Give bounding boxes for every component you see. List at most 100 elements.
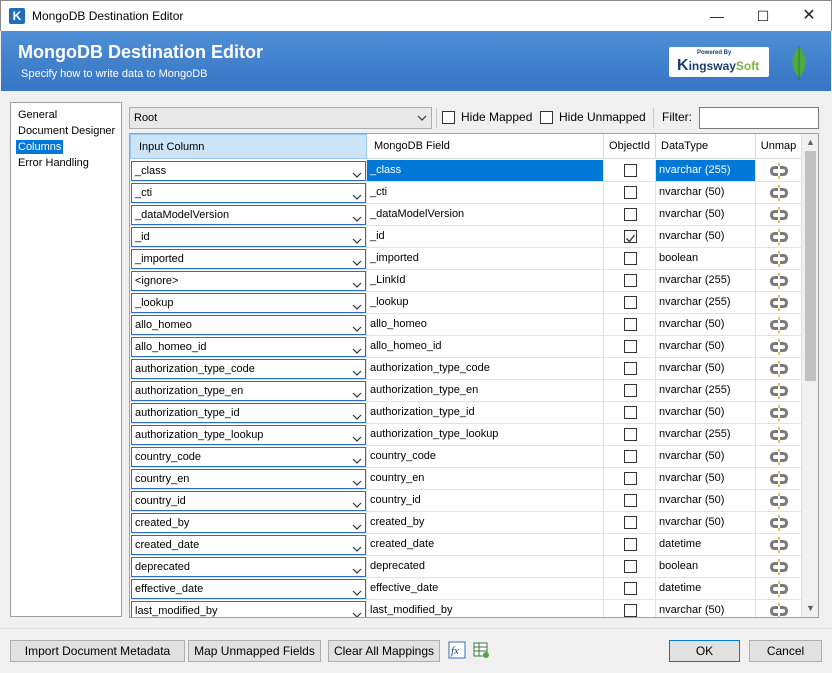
datatype-cell[interactable]: nvarchar (255) xyxy=(656,380,756,402)
table-row[interactable]: _cti _cti nvarchar (50) xyxy=(130,182,802,204)
grid-vertical-scrollbar[interactable]: ▲ ▼ xyxy=(801,134,818,617)
mongodb-field-cell[interactable]: country_id xyxy=(367,490,604,512)
unmap-link-icon[interactable] xyxy=(768,493,790,511)
objectid-checkbox[interactable] xyxy=(624,516,637,529)
datatype-cell[interactable]: nvarchar (50) xyxy=(656,358,756,380)
mongodb-field-cell[interactable]: authorization_type_id xyxy=(367,402,604,424)
datatype-cell[interactable]: nvarchar (255) xyxy=(656,160,756,182)
nav-item-document-designer[interactable]: Document Designer xyxy=(16,124,117,138)
mongodb-field-cell[interactable]: _LinkId xyxy=(367,270,604,292)
scroll-up-arrow-icon[interactable]: ▲ xyxy=(802,134,819,151)
input-column-dropdown[interactable]: authorization_type_id xyxy=(131,403,366,423)
unmap-link-icon[interactable] xyxy=(768,405,790,423)
table-row[interactable]: effective_date effective_date datetime xyxy=(130,578,802,600)
column-header-input-column[interactable]: Input Column xyxy=(130,134,367,159)
cancel-button[interactable]: Cancel xyxy=(749,640,822,662)
mongodb-field-cell[interactable]: _lookup xyxy=(367,292,604,314)
datatype-cell[interactable]: nvarchar (50) xyxy=(656,600,756,617)
datatype-cell[interactable]: nvarchar (50) xyxy=(656,490,756,512)
objectid-checkbox[interactable] xyxy=(624,318,637,331)
input-column-dropdown[interactable]: _class xyxy=(131,161,366,181)
mongodb-field-cell[interactable]: country_code xyxy=(367,446,604,468)
unmap-link-icon[interactable] xyxy=(768,383,790,401)
mongodb-field-cell[interactable]: _cti xyxy=(367,182,604,204)
mongodb-field-cell[interactable]: authorization_type_en xyxy=(367,380,604,402)
scroll-thumb[interactable] xyxy=(805,151,816,381)
unmap-link-icon[interactable] xyxy=(768,207,790,225)
datatype-cell[interactable]: nvarchar (50) xyxy=(656,512,756,534)
unmap-link-icon[interactable] xyxy=(768,515,790,533)
table-row[interactable]: created_date created_date datetime xyxy=(130,534,802,556)
objectid-checkbox[interactable] xyxy=(624,428,637,441)
datatype-cell[interactable]: nvarchar (255) xyxy=(656,424,756,446)
objectid-checkbox[interactable] xyxy=(624,472,637,485)
unmap-link-icon[interactable] xyxy=(768,295,790,313)
unmap-link-icon[interactable] xyxy=(768,427,790,445)
input-column-dropdown[interactable]: country_id xyxy=(131,491,366,511)
table-row[interactable]: created_by created_by nvarchar (50) xyxy=(130,512,802,534)
mongodb-field-cell[interactable]: _id xyxy=(367,226,604,248)
objectid-checkbox[interactable] xyxy=(624,296,637,309)
datatype-cell[interactable]: boolean xyxy=(656,556,756,578)
table-row[interactable]: last_modified_by last_modified_by nvarchar… xyxy=(130,600,802,617)
input-column-dropdown[interactable]: country_en xyxy=(131,469,366,489)
nav-item-columns[interactable]: Columns xyxy=(16,140,64,154)
input-column-dropdown[interactable]: deprecated xyxy=(131,557,366,577)
nav-item-error-handling[interactable]: Error Handling xyxy=(16,156,91,170)
mongodb-field-cell[interactable]: allo_homeo xyxy=(367,314,604,336)
input-column-dropdown[interactable]: last_modified_by xyxy=(131,601,366,617)
table-row[interactable]: _dataModelVersion _dataModelVersion nvarch… xyxy=(130,204,802,226)
table-row[interactable]: authorization_type_id authorization_type_… xyxy=(130,402,802,424)
objectid-checkbox[interactable] xyxy=(624,230,637,243)
column-header-mongodb-field[interactable]: MongoDB Field xyxy=(367,134,604,159)
table-row[interactable]: _imported _imported boolean xyxy=(130,248,802,270)
objectid-checkbox[interactable] xyxy=(624,560,637,573)
unmap-link-icon[interactable] xyxy=(768,361,790,379)
column-header-datatype[interactable]: DataType xyxy=(656,134,756,159)
mongodb-field-cell[interactable]: country_en xyxy=(367,468,604,490)
objectid-checkbox[interactable] xyxy=(624,186,637,199)
import-document-metadata-button[interactable]: Import Document Metadata xyxy=(10,640,185,662)
datatype-cell[interactable]: nvarchar (50) xyxy=(656,314,756,336)
unmap-link-icon[interactable] xyxy=(768,559,790,577)
unmap-link-icon[interactable] xyxy=(768,317,790,335)
unmap-link-icon[interactable] xyxy=(768,537,790,555)
table-row[interactable]: _lookup _lookup nvarchar (255) xyxy=(130,292,802,314)
unmap-link-icon[interactable] xyxy=(768,273,790,291)
table-row[interactable]: _id _id nvarchar (50) xyxy=(130,226,802,248)
input-column-dropdown[interactable]: _lookup xyxy=(131,293,366,313)
mongodb-field-cell[interactable]: _imported xyxy=(367,248,604,270)
filter-input[interactable] xyxy=(699,107,819,129)
nav-item-general[interactable]: General xyxy=(16,108,59,122)
column-header-unmap[interactable]: Unmap xyxy=(756,134,802,159)
datatype-cell[interactable]: nvarchar (50) xyxy=(656,336,756,358)
minimize-button[interactable]: — xyxy=(694,1,740,32)
unmap-link-icon[interactable] xyxy=(768,163,790,181)
input-column-dropdown[interactable]: effective_date xyxy=(131,579,366,599)
map-unmapped-fields-button[interactable]: Map Unmapped Fields xyxy=(188,640,321,662)
close-button[interactable]: ✕ xyxy=(786,1,832,32)
mongodb-field-cell[interactable]: authorization_type_lookup xyxy=(367,424,604,446)
table-row[interactable]: authorization_type_code authorization_typ… xyxy=(130,358,802,380)
table-row[interactable]: allo_homeo allo_homeo nvarchar (50) xyxy=(130,314,802,336)
datatype-cell[interactable]: nvarchar (50) xyxy=(656,402,756,424)
unmap-link-icon[interactable] xyxy=(768,185,790,203)
input-column-dropdown[interactable]: _dataModelVersion xyxy=(131,205,366,225)
datatype-cell[interactable]: nvarchar (255) xyxy=(656,270,756,292)
objectid-checkbox[interactable] xyxy=(624,406,637,419)
objectid-checkbox[interactable] xyxy=(624,274,637,287)
table-row[interactable]: authorization_type_en authorization_type_… xyxy=(130,380,802,402)
datatype-cell[interactable]: nvarchar (50) xyxy=(656,468,756,490)
hide-mapped-checkbox[interactable] xyxy=(442,111,455,124)
mongodb-field-cell[interactable]: deprecated xyxy=(367,556,604,578)
expression-fx-icon[interactable]: fx xyxy=(448,641,466,659)
clear-all-mappings-button[interactable]: Clear All Mappings xyxy=(328,640,440,662)
objectid-checkbox[interactable] xyxy=(624,538,637,551)
unmap-link-icon[interactable] xyxy=(768,449,790,467)
objectid-checkbox[interactable] xyxy=(624,208,637,221)
input-column-dropdown[interactable]: allo_homeo xyxy=(131,315,366,335)
objectid-checkbox[interactable] xyxy=(624,582,637,595)
objectid-checkbox[interactable] xyxy=(624,340,637,353)
input-column-dropdown[interactable]: authorization_type_code xyxy=(131,359,366,379)
input-column-dropdown[interactable]: <ignore> xyxy=(131,271,366,291)
